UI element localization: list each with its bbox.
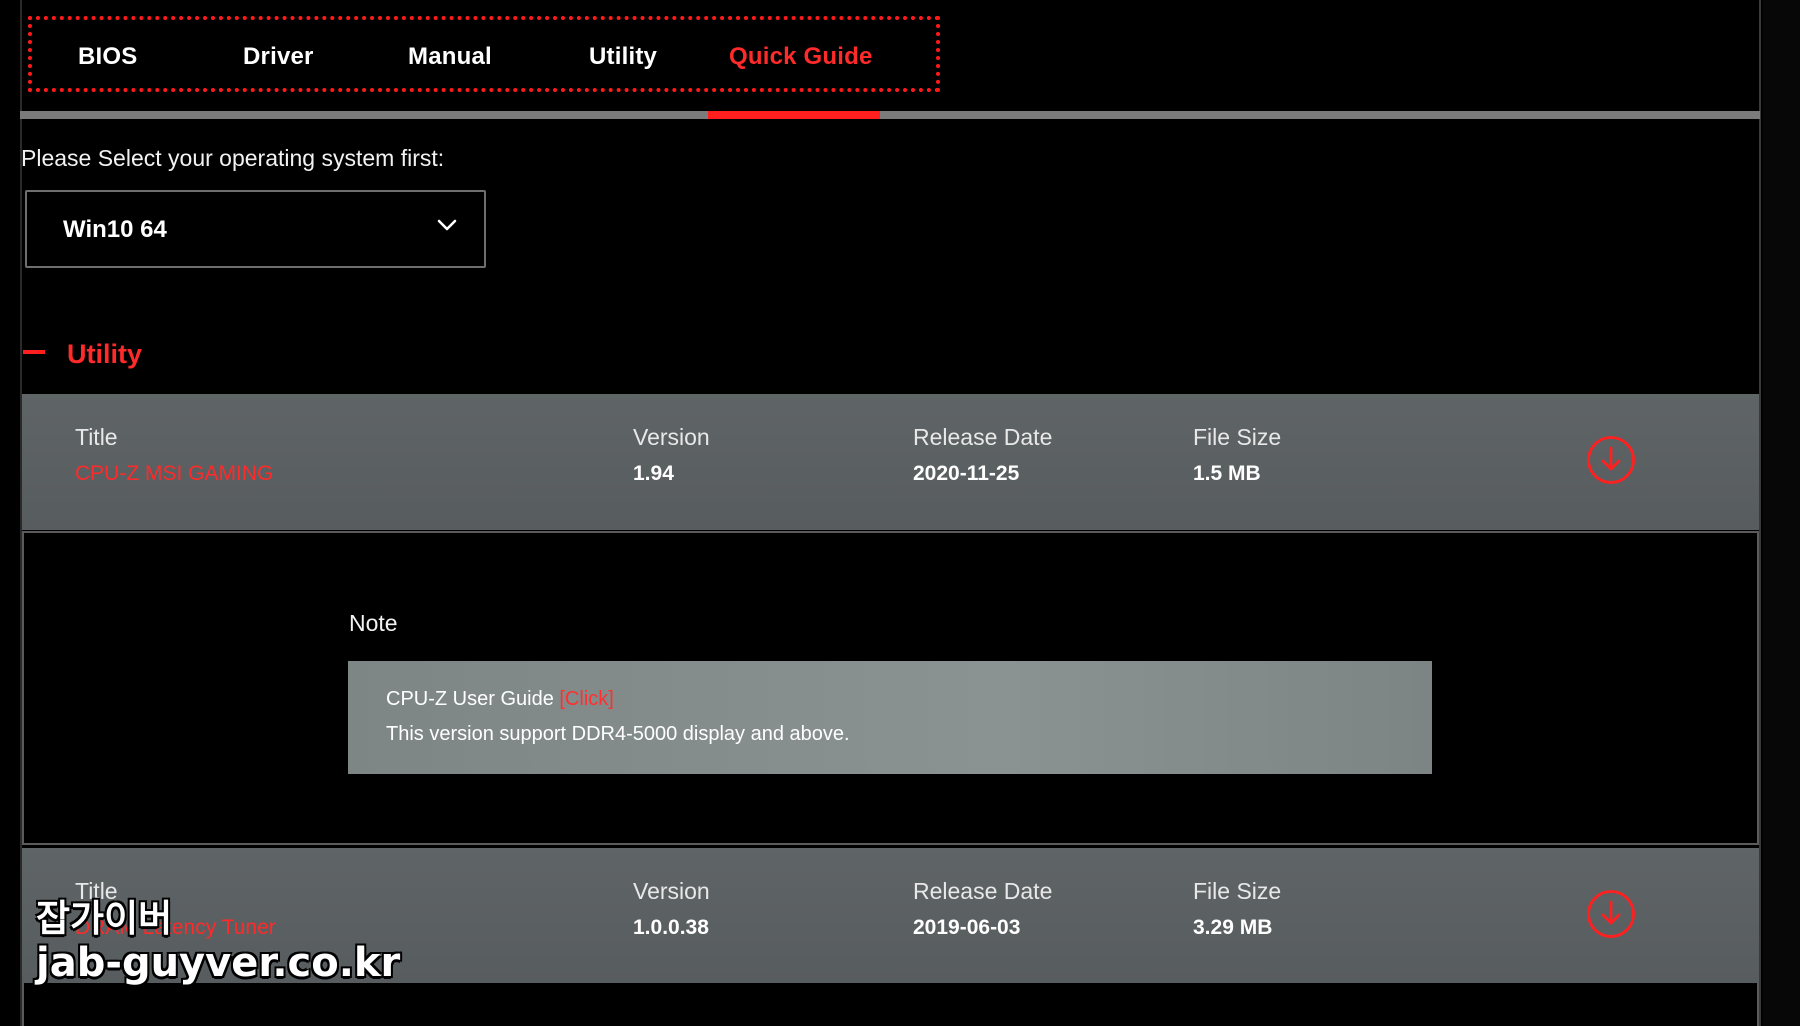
file-size-label: File Size xyxy=(1193,878,1282,904)
tab-utility[interactable]: Utility xyxy=(589,43,657,71)
tab-bios[interactable]: BIOS xyxy=(78,43,137,71)
user-guide-link[interactable]: [Click] xyxy=(559,688,613,710)
section-collapse-dash[interactable] xyxy=(23,350,45,354)
download-circle-icon[interactable] xyxy=(1585,434,1637,486)
os-select-label: Please Select your operating system firs… xyxy=(21,145,445,171)
item-file-size: 1.5 MB xyxy=(1193,462,1261,485)
os-select-dropdown[interactable]: Win10 64 xyxy=(25,190,486,268)
item-title[interactable]: CPU-Z MSI GAMING xyxy=(75,462,273,486)
download-circle-icon[interactable] xyxy=(1585,888,1637,940)
item-release-date: 2020-11-25 xyxy=(913,462,1020,485)
title-label: Title xyxy=(75,424,118,450)
note-line-guide: CPU-Z User Guide [Click] xyxy=(386,688,614,711)
file-size-label: File Size xyxy=(1193,424,1282,450)
tab-manual[interactable]: Manual xyxy=(408,43,492,71)
tab-rail xyxy=(20,111,1760,119)
release-date-label: Release Date xyxy=(913,424,1053,450)
note-guide-text: CPU-Z User Guide xyxy=(386,688,560,710)
tab-driver[interactable]: Driver xyxy=(243,43,314,71)
next-panel-edge xyxy=(22,983,1759,1026)
active-tab-indicator xyxy=(708,111,880,119)
download-row: Title CPU-Z MSI GAMING Version 1.94 Rele… xyxy=(22,394,1759,530)
watermark-korean: 잡가이버 xyxy=(36,897,173,940)
note-line-support: This version support DDR4-5000 display a… xyxy=(386,723,850,745)
item-version: 1.94 xyxy=(633,462,674,485)
version-label: Version xyxy=(633,424,710,450)
tab-quick-guide[interactable]: Quick Guide xyxy=(729,43,873,71)
section-title[interactable]: Utility xyxy=(67,339,142,370)
release-date-label: Release Date xyxy=(913,878,1053,904)
os-select-value: Win10 64 xyxy=(63,216,167,243)
watermark: 잡가이버 jab-guyver.co.kr xyxy=(36,888,400,986)
watermark-url: jab-guyver.co.kr xyxy=(36,940,401,986)
item-version: 1.0.0.38 xyxy=(633,916,709,939)
item-file-size: 3.29 MB xyxy=(1193,916,1273,939)
chevron-down-icon xyxy=(437,219,457,231)
note-heading: Note xyxy=(349,610,398,636)
right-edge-strip xyxy=(1763,0,1800,1026)
note-box: CPU-Z User Guide [Click] This version su… xyxy=(348,661,1432,774)
item-release-date: 2019-06-03 xyxy=(913,916,1021,939)
version-label: Version xyxy=(633,878,710,904)
